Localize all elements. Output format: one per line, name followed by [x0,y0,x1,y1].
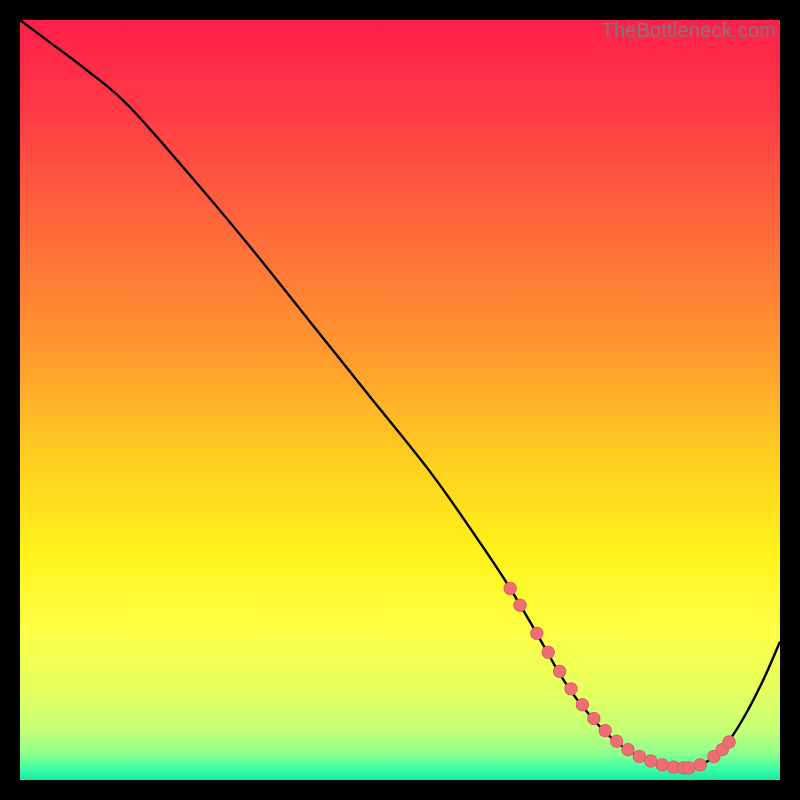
bottleneck-curve [20,20,780,768]
highlight-marker [683,762,695,774]
plot-area: TheBottleneck.com [20,20,780,780]
highlight-marker [656,759,668,771]
highlight-marker [553,665,565,677]
highlight-marker [565,683,577,695]
highlight-markers [504,582,735,774]
highlight-marker [514,599,526,611]
highlight-marker [694,759,706,771]
highlight-marker [723,736,735,748]
highlight-marker [588,712,600,724]
highlight-marker [622,743,634,755]
highlight-marker [645,755,657,767]
highlight-marker [504,582,516,594]
highlight-marker [633,750,645,762]
highlight-marker [599,724,611,736]
highlight-marker [610,735,622,747]
highlight-marker [531,627,543,639]
watermark-text: TheBottleneck.com [601,20,776,43]
curve-layer [20,20,780,780]
highlight-marker [542,646,554,658]
chart-frame: TheBottleneck.com [20,20,780,780]
highlight-marker [576,699,588,711]
